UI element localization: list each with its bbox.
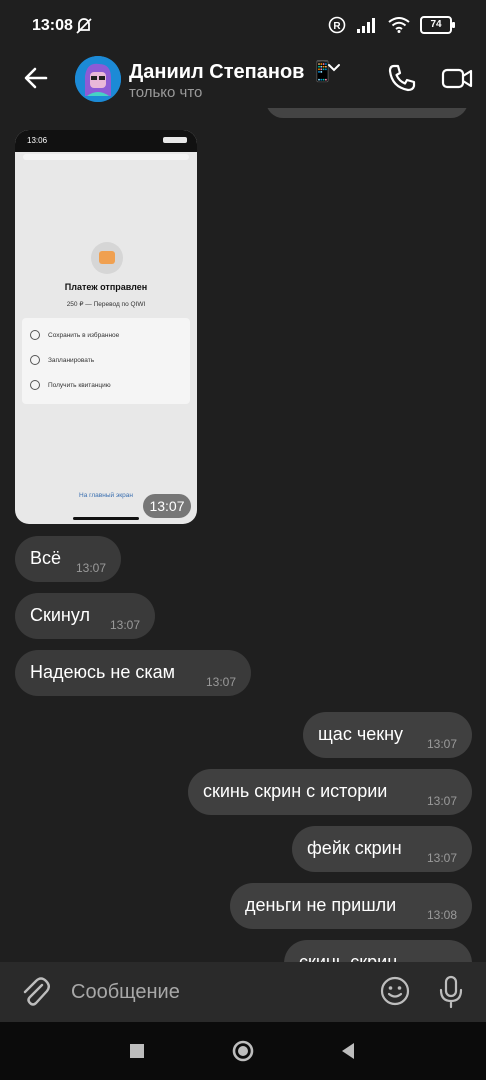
contact-avatar[interactable]	[75, 56, 121, 102]
paperclip-icon[interactable]	[20, 976, 50, 1008]
outgoing-message[interactable]: скинь скрин с истории 13:07	[188, 769, 472, 815]
message-time: 13:07	[426, 794, 457, 808]
message-text: скинь скрин	[299, 952, 398, 962]
message-time: 13:08	[426, 908, 457, 922]
system-navigation-bar	[0, 1022, 486, 1080]
payment-option-label: Сохранить в избранное	[48, 331, 120, 339]
composer: Сообщение	[0, 962, 486, 1022]
emoji-icon[interactable]	[380, 976, 410, 1006]
back-triangle-icon[interactable]	[340, 1042, 356, 1060]
message-time: 13:07	[75, 561, 106, 575]
message-text: Всё	[30, 548, 62, 568]
wifi-icon	[388, 17, 410, 33]
battery-icon: 74	[420, 16, 455, 34]
outgoing-message[interactable]: фейк скрин 13:07	[292, 826, 472, 872]
payment-option-label: Получить квитанцию	[48, 381, 111, 389]
attachment-status-icons	[163, 137, 187, 143]
chevron-down-icon[interactable]	[326, 62, 342, 74]
status-bar: 13:08 R 74	[0, 0, 486, 52]
message-time: 13:07	[205, 675, 236, 689]
attachment-phone-time: 13:06	[27, 136, 48, 145]
registered-icon: R	[328, 16, 346, 34]
payment-option: Получить квитанцию	[30, 380, 111, 390]
attachment-status-bar: 13:06	[15, 130, 197, 152]
svg-text:R: R	[333, 21, 341, 32]
signal-icon	[357, 18, 375, 33]
attachment-home-indicator	[73, 517, 139, 520]
message-input[interactable]: Сообщение	[71, 981, 180, 1004]
previous-message-bubble	[266, 108, 468, 118]
avatar-image	[75, 56, 121, 102]
payment-option-label: Запланировать	[48, 356, 95, 364]
message-text: скинь скрин с истории	[203, 781, 388, 801]
attachment-time: 13:07	[143, 494, 191, 518]
attachment-card-edge	[23, 154, 189, 160]
outgoing-message[interactable]: скинь скрин	[284, 940, 472, 962]
status-time: 13:08	[32, 17, 73, 34]
receipt-icon	[30, 380, 40, 390]
star-icon	[30, 330, 40, 340]
message-time: 13:07	[426, 851, 457, 865]
recents-icon[interactable]	[130, 1044, 144, 1058]
incoming-message[interactable]: Надеюсь не скам 13:07	[15, 650, 251, 696]
microphone-icon[interactable]	[438, 975, 464, 1009]
message-text: Надеюсь не скам	[30, 662, 176, 682]
payment-options: Сохранить в избранное Запланировать Полу…	[22, 318, 190, 404]
message-text: Скинул	[30, 605, 90, 625]
outgoing-message[interactable]: щас чекну 13:07	[303, 712, 472, 758]
payment-option: Сохранить в избранное	[30, 330, 119, 340]
incoming-message[interactable]: Скинул 13:07	[15, 593, 155, 639]
message-text: деньги не пришли	[245, 895, 397, 915]
message-text: фейк скрин	[307, 838, 402, 858]
muted-icon	[76, 18, 92, 34]
payment-subtitle: 250 ₽ — Перевод по QIWI	[66, 301, 146, 308]
payment-option: Запланировать	[30, 355, 94, 365]
chat-header: Даниил Степанов 📱 только что	[0, 52, 486, 108]
incoming-message[interactable]: Всё 13:07	[15, 536, 121, 582]
contact-status: только что	[129, 84, 203, 101]
message-time: 13:07	[426, 737, 457, 751]
outgoing-message[interactable]: деньги не пришли 13:08	[230, 883, 472, 929]
back-arrow-icon[interactable]	[20, 62, 52, 94]
home-icon[interactable]	[232, 1040, 254, 1062]
payment-title: Платеж отправлен	[64, 282, 148, 292]
phone-icon[interactable]	[386, 62, 418, 94]
message-text: щас чекну	[318, 724, 404, 744]
contact-name[interactable]: Даниил Степанов 📱	[129, 59, 335, 84]
image-attachment[interactable]: 13:06 Платеж отправлен 250 ₽ — Перевод п…	[15, 130, 197, 524]
thumbs-up-icon	[91, 242, 123, 274]
clock-icon	[30, 355, 40, 365]
video-call-icon[interactable]	[440, 62, 474, 94]
message-list[interactable]: 13:06 Платеж отправлен 250 ₽ — Перевод п…	[0, 108, 486, 962]
message-time: 13:07	[109, 618, 140, 632]
